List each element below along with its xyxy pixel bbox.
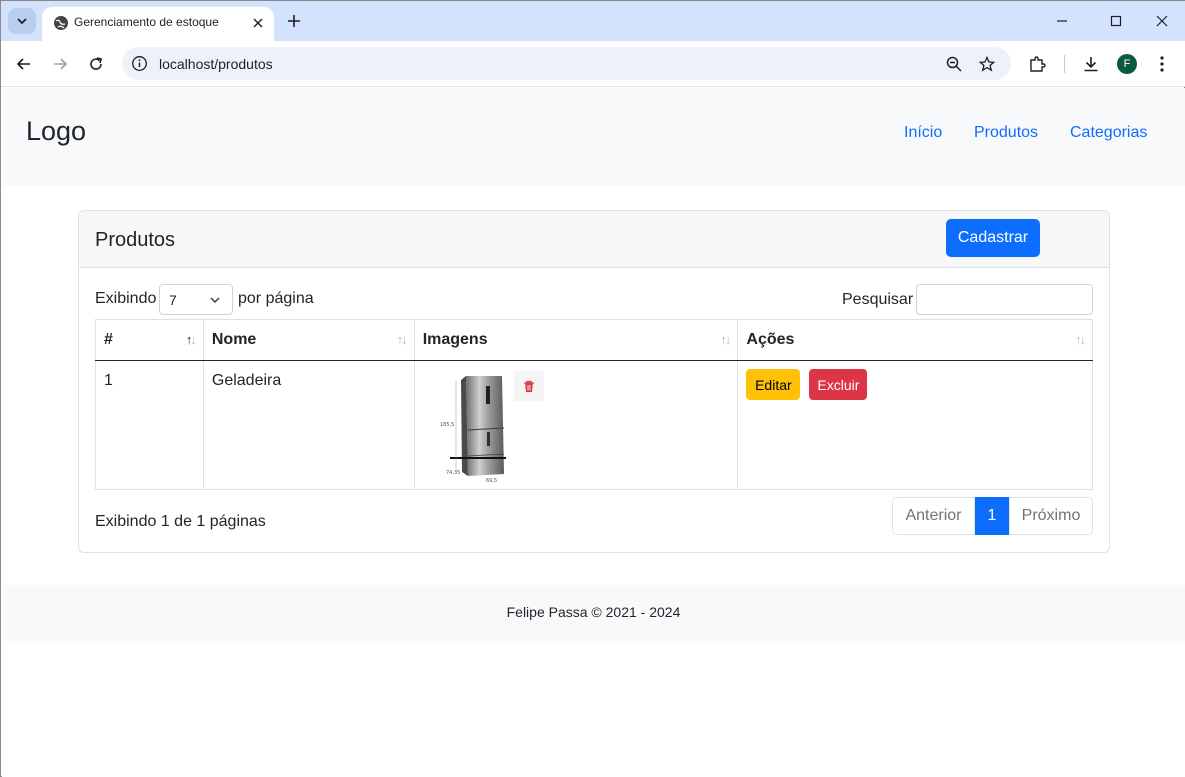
back-button[interactable] — [12, 52, 36, 76]
length-suffix-label: por página — [238, 290, 314, 307]
nav-link-produtos[interactable]: Produtos — [974, 124, 1038, 142]
table-row: 1 Geladeira 185,5 74,35 69,5 Editar Excl… — [95, 360, 1093, 490]
sort-asc-icon: ↑↓ — [185, 332, 197, 347]
search-label: Pesquisar — [842, 291, 914, 308]
table-header-row: # ↑↓ Nome ↑↓ Imagens ↑↓ Ações ↑↓ — [95, 319, 1093, 361]
arrow-left-icon — [16, 58, 30, 70]
nav-link-inicio[interactable]: Início — [904, 124, 942, 142]
tab-close-button[interactable] — [248, 13, 268, 33]
column-header-acoes[interactable]: Ações ↑↓ — [737, 319, 1093, 361]
address-bar[interactable]: localhost/produtos — [122, 47, 1011, 80]
close-icon — [1156, 15, 1168, 27]
site-info-icon[interactable] — [131, 55, 148, 72]
close-icon — [253, 18, 263, 28]
delete-button[interactable]: Excluir — [809, 369, 868, 400]
sort-icon: ↑↓ — [396, 332, 408, 347]
zoom-button[interactable] — [944, 54, 964, 74]
products-card: Produtos Cadastrar Exibindo 7 por página… — [78, 210, 1110, 553]
minimize-button[interactable] — [1050, 9, 1074, 33]
page-length-value: 7 — [169, 292, 177, 308]
pagination-page-1[interactable]: 1 — [975, 497, 1009, 535]
edit-button[interactable]: Editar — [746, 369, 801, 400]
url-text: localhost/produtos — [159, 56, 273, 72]
tab-search-button[interactable] — [8, 8, 36, 34]
globe-icon — [54, 16, 68, 30]
zoom-out-icon — [946, 56, 962, 72]
new-tab-button[interactable] — [283, 10, 305, 32]
footer-text: Felipe Passa © 2021 - 2024 — [506, 604, 681, 620]
cell-id: 1 — [95, 360, 204, 490]
pagination-next[interactable]: Próximo — [1009, 497, 1093, 535]
cell-images: 185,5 74,35 69,5 — [413, 360, 739, 490]
column-header-imagens[interactable]: Imagens ↑↓ — [413, 319, 739, 361]
column-header-label: Imagens — [422, 331, 488, 348]
puzzle-icon — [1030, 56, 1046, 72]
logo[interactable]: Logo — [26, 116, 86, 147]
site-footer: Felipe Passa © 2021 - 2024 — [2, 585, 1185, 641]
card-header: Produtos Cadastrar — [79, 211, 1109, 268]
bookmark-button[interactable] — [977, 54, 997, 74]
length-prefix-label: Exibindo — [95, 290, 157, 307]
star-icon — [979, 56, 995, 72]
reload-icon — [90, 57, 102, 70]
window-close-button[interactable] — [1150, 9, 1174, 33]
page-length-select[interactable]: 7 — [159, 284, 233, 315]
svg-text:185,5: 185,5 — [440, 422, 454, 428]
table-info: Exibindo 1 de 1 páginas — [95, 513, 266, 530]
delete-image-button[interactable] — [513, 371, 544, 401]
trash-icon — [523, 380, 534, 392]
add-product-button[interactable]: Cadastrar — [946, 219, 1040, 257]
product-image: 185,5 74,35 69,5 — [423, 370, 544, 486]
column-header-label: Nome — [211, 331, 257, 348]
plus-icon — [288, 15, 300, 27]
pagination: Anterior 1 Próximo — [892, 497, 1093, 535]
reload-button[interactable] — [84, 52, 108, 76]
download-icon — [1084, 57, 1098, 72]
minimize-icon — [1057, 20, 1067, 22]
more-vert-icon — [1160, 56, 1164, 72]
card-title: Produtos — [95, 229, 176, 251]
browser-tab[interactable]: Gerenciamento de estoque — [42, 7, 274, 41]
nav-link-categorias[interactable]: Categorias — [1070, 124, 1147, 142]
column-header-label: # — [104, 331, 113, 348]
maximize-button[interactable] — [1104, 9, 1128, 33]
svg-text:69,5: 69,5 — [486, 478, 497, 484]
chevron-down-icon — [17, 18, 27, 25]
downloads-button[interactable] — [1080, 53, 1102, 75]
menu-button[interactable] — [1151, 53, 1173, 75]
svg-text:74,35: 74,35 — [446, 470, 460, 476]
column-header-nome[interactable]: Nome ↑↓ — [202, 319, 415, 361]
forward-button[interactable] — [48, 52, 72, 76]
arrow-right-icon — [54, 58, 68, 70]
pagination-previous[interactable]: Anterior — [892, 497, 975, 535]
products-table: # ↑↓ Nome ↑↓ Imagens ↑↓ Ações ↑↓ 1 Gelad… — [95, 319, 1093, 490]
sort-icon: ↑↓ — [720, 332, 731, 347]
tab-title: Gerenciamento de estoque — [74, 15, 219, 29]
maximize-icon — [1110, 15, 1122, 27]
cell-actions: Editar Excluir — [737, 360, 1093, 490]
chevron-down-icon — [210, 297, 220, 304]
cell-name: Geladeira — [202, 360, 415, 490]
sort-icon: ↑↓ — [1075, 332, 1086, 347]
browser-tab-strip: Gerenciamento de estoque — [1, 1, 1185, 41]
search-input[interactable] — [916, 284, 1093, 315]
browser-toolbar: localhost/produtos F — [1, 41, 1185, 87]
toolbar-separator — [1064, 55, 1065, 73]
extensions-button[interactable] — [1026, 53, 1048, 75]
column-header-id[interactable]: # ↑↓ — [95, 319, 204, 361]
site-header: Logo Início Produtos Categorias — [2, 88, 1185, 186]
profile-avatar[interactable]: F — [1117, 54, 1137, 74]
column-header-label: Ações — [746, 331, 795, 348]
page-viewport: Logo Início Produtos Categorias Produtos… — [2, 88, 1185, 777]
